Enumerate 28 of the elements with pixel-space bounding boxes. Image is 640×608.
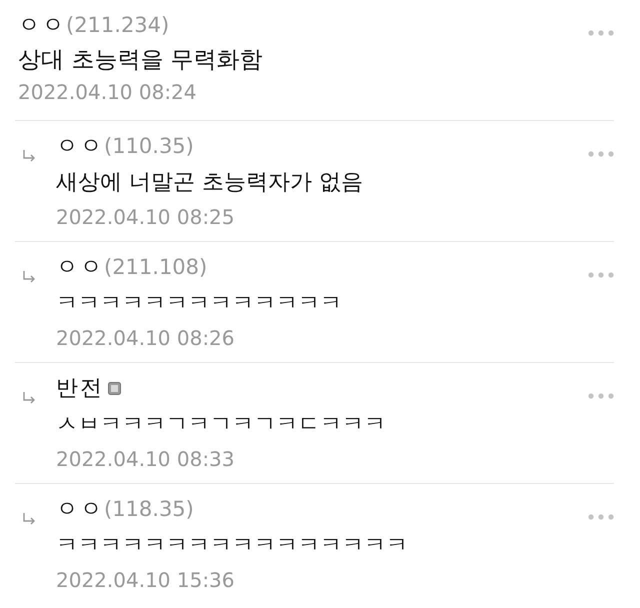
author-name: ㅇㅇ <box>56 496 104 524</box>
reply-arrow-icon <box>22 512 36 526</box>
more-options-icon[interactable] <box>588 151 614 157</box>
comment-text: ㅋㅋㅋㅋㅋㅋㅋㅋㅋㅋㅋㅋㅋ <box>56 290 343 318</box>
more-options-icon[interactable] <box>588 514 614 520</box>
more-options-icon[interactable] <box>588 393 614 399</box>
author-name: ㅇㅇ <box>18 12 66 40</box>
comment-time: 2022.04.10 08:33 <box>56 446 236 473</box>
author-name: ㅇㅇ <box>56 254 104 282</box>
comment-text: ㅅㅂㅋㅋㅋㄱㅋㄱㅋㄱㅋㄷㅋㅋㅋ <box>56 411 387 439</box>
comment-text: ㅋㅋㅋㅋㅋㅋㅋㅋㅋㅋㅋㅋㅋㅋㅋㅋ <box>56 532 409 560</box>
ip-address: (211.234) <box>66 13 170 37</box>
reply-arrow-icon <box>22 149 36 163</box>
comment-time: 2022.04.10 15:36 <box>56 567 236 594</box>
ip-address: (110.35) <box>104 134 194 158</box>
author-name: ㅇㅇ <box>56 133 104 161</box>
comment-text: 상대 초능력을 무력화함 <box>18 46 264 75</box>
reply-arrow-icon <box>22 391 36 405</box>
ip-address: (118.35) <box>104 497 194 521</box>
author-name: 반전 <box>56 375 104 403</box>
more-options-icon[interactable] <box>588 272 614 278</box>
comment-time: 2022.04.10 08:26 <box>56 325 236 352</box>
comment-text: 새상에 너말곤 초능력자가 없음 <box>56 169 364 197</box>
ip-address: (211.108) <box>104 255 208 279</box>
more-options-icon[interactable] <box>588 30 614 36</box>
comment-time: 2022.04.10 08:24 <box>18 79 198 106</box>
reply-arrow-icon <box>22 270 36 284</box>
comment-time: 2022.04.10 08:25 <box>56 204 236 231</box>
